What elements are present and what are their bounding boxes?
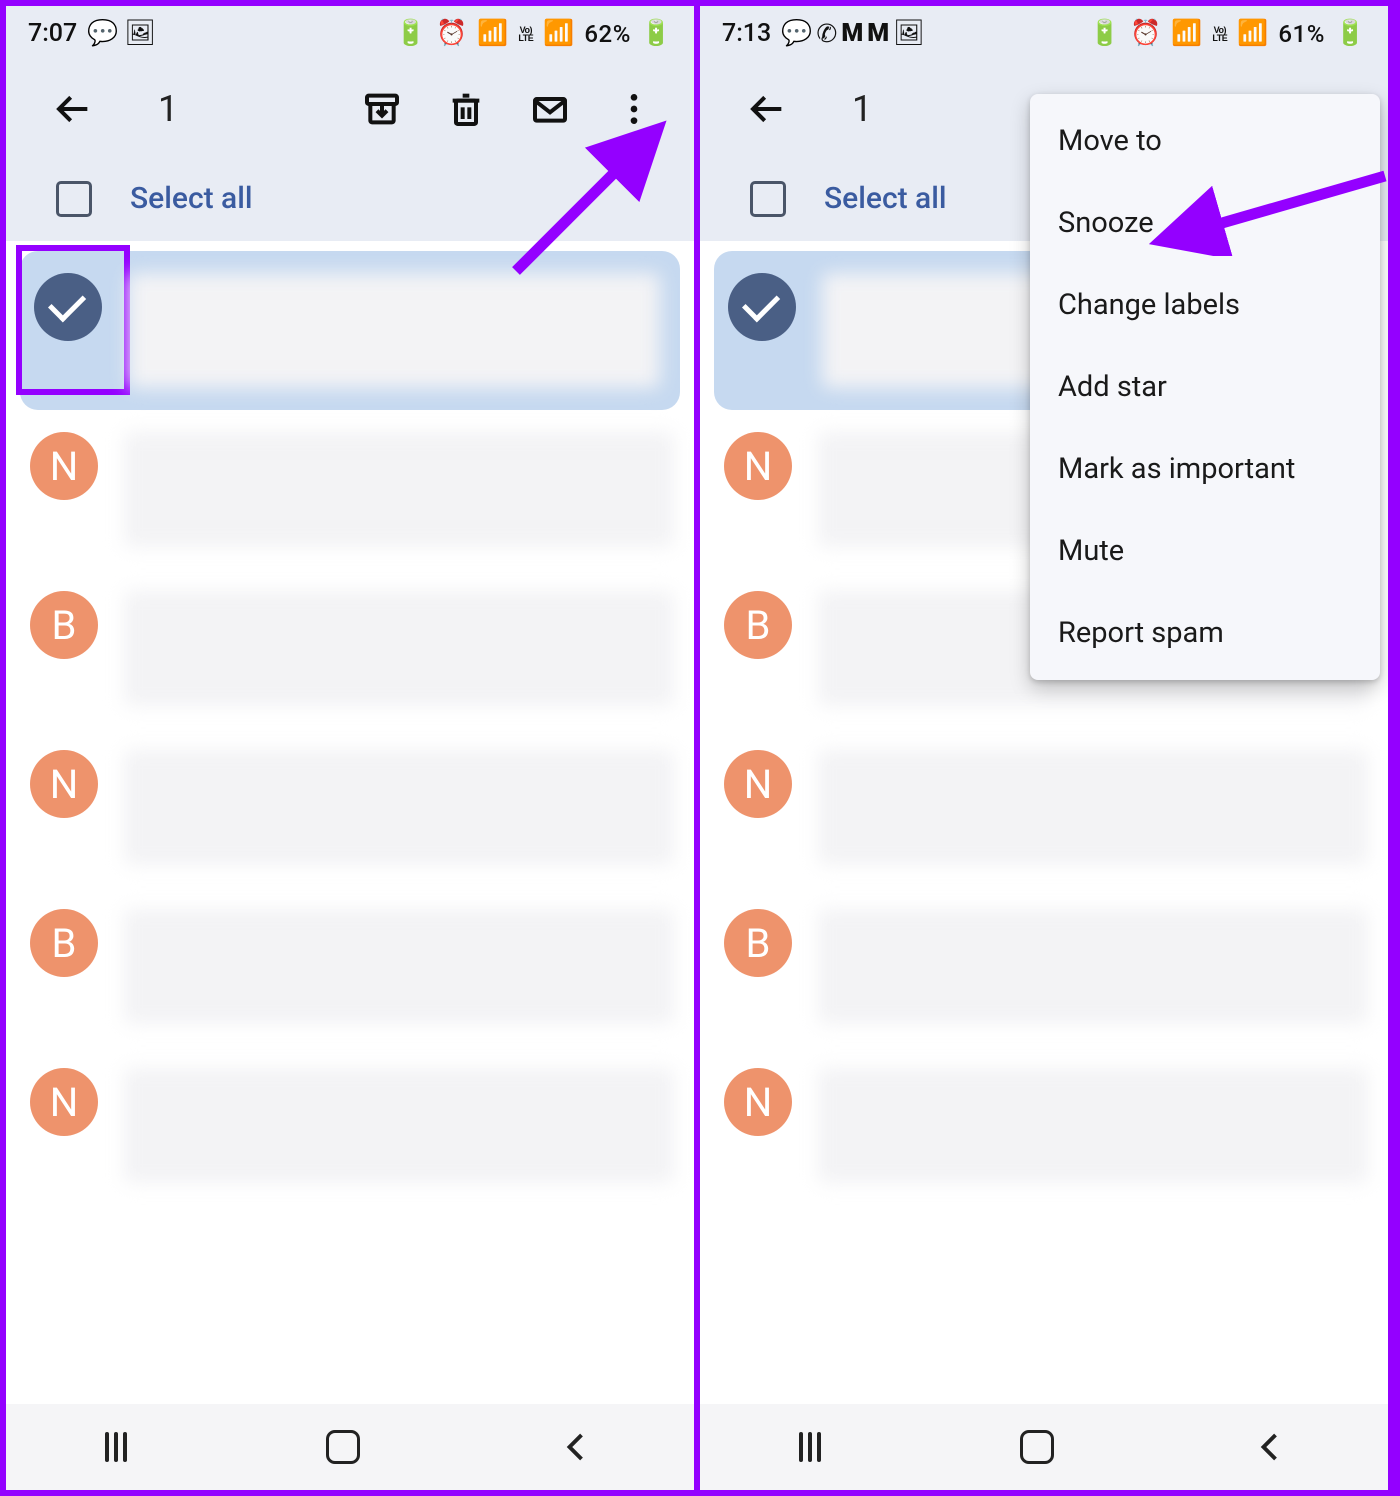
status-time: 7:07 — [28, 19, 77, 48]
email-item[interactable]: N — [6, 410, 694, 569]
menu-item-snooze[interactable]: Snooze — [1030, 182, 1380, 264]
alarm-icon: ⏰ — [1130, 19, 1161, 48]
select-all-label[interactable]: Select all — [130, 181, 253, 216]
whatsapp-icon: ✆ — [816, 19, 837, 49]
nav-back-button[interactable] — [1253, 1429, 1289, 1465]
battery-pct: 62% — [584, 20, 630, 48]
status-time: 7:13 — [722, 19, 771, 48]
more-options-button[interactable] — [604, 79, 664, 139]
email-avatar[interactable]: B — [724, 909, 792, 977]
menu-item-mark-important[interactable]: Mark as important — [1030, 428, 1380, 510]
email-list: N B N B N — [6, 251, 694, 1205]
menu-item-move-to[interactable]: Move to — [1030, 100, 1380, 182]
menu-item-add-star[interactable]: Add star — [1030, 346, 1380, 428]
image-icon: 🖼 — [893, 19, 925, 48]
wifi-icon: 📶 — [1171, 19, 1202, 48]
email-preview-blurred — [124, 432, 674, 547]
email-preview-blurred — [124, 591, 674, 706]
chat-icon: 💬 — [87, 19, 118, 48]
email-item[interactable]: B — [6, 569, 694, 728]
status-bar: 7:13 💬 ✆ M M 🖼 🔋 ⏰ 📶 Vo)LTE 📶 61% 🔋 — [700, 6, 1388, 61]
menu-item-report-spam[interactable]: Report spam — [1030, 592, 1380, 674]
battery-saver-icon: 🔋 — [1089, 19, 1120, 48]
email-avatar[interactable]: B — [30, 591, 98, 659]
email-avatar[interactable]: N — [724, 750, 792, 818]
gmail-icon: M — [841, 19, 863, 48]
email-preview-blurred — [818, 1068, 1368, 1183]
email-item[interactable]: N — [6, 728, 694, 887]
email-preview-blurred — [818, 750, 1368, 865]
left-screenshot: 7:07 💬 🖼 🔋 ⏰ 📶 Vo)LTE 📶 62% 🔋 1 — [3, 3, 697, 1493]
email-preview-blurred — [124, 909, 674, 1024]
email-item[interactable]: N — [6, 1046, 694, 1205]
nav-recents-button[interactable] — [105, 1432, 127, 1462]
selection-count: 1 — [158, 88, 178, 130]
nav-home-button[interactable] — [326, 1430, 360, 1464]
mark-unread-button[interactable] — [520, 79, 580, 139]
email-avatar[interactable]: B — [724, 591, 792, 659]
email-item[interactable] — [20, 251, 680, 410]
archive-button[interactable] — [352, 79, 412, 139]
selection-toolbar: 1 — [6, 61, 694, 156]
status-bar: 7:07 💬 🖼 🔋 ⏰ 📶 Vo)LTE 📶 62% 🔋 — [6, 6, 694, 61]
email-item[interactable]: B — [700, 887, 1388, 1046]
menu-item-change-labels[interactable]: Change labels — [1030, 264, 1380, 346]
signal-icon: 📶 — [543, 19, 574, 48]
nav-home-button[interactable] — [1020, 1430, 1054, 1464]
nav-recents-button[interactable] — [799, 1432, 821, 1462]
email-item[interactable]: N — [700, 728, 1388, 887]
battery-icon: 🔋 — [641, 19, 672, 48]
image-icon: 🖼 — [124, 19, 156, 48]
alarm-icon: ⏰ — [436, 19, 467, 48]
system-nav-bar — [700, 1404, 1388, 1490]
nav-back-button[interactable] — [559, 1429, 595, 1465]
battery-saver-icon: 🔋 — [395, 19, 426, 48]
back-button[interactable] — [738, 79, 798, 139]
battery-pct: 61% — [1278, 20, 1324, 48]
email-preview-blurred — [124, 750, 674, 865]
email-avatar[interactable]: N — [30, 750, 98, 818]
email-avatar[interactable]: N — [30, 432, 98, 500]
email-item[interactable]: B — [6, 887, 694, 1046]
select-all-checkbox[interactable] — [56, 181, 92, 217]
email-preview-blurred — [124, 1068, 674, 1183]
email-avatar[interactable]: N — [724, 1068, 792, 1136]
overflow-menu: Move to Snooze Change labels Add star Ma… — [1030, 94, 1380, 680]
wifi-icon: 📶 — [477, 19, 508, 48]
menu-item-mute[interactable]: Mute — [1030, 510, 1380, 592]
chat-icon: 💬 — [781, 19, 812, 48]
email-preview-blurred — [128, 273, 660, 388]
battery-icon: 🔋 — [1335, 19, 1366, 48]
email-avatar[interactable]: B — [30, 909, 98, 977]
email-avatar-selected[interactable] — [728, 273, 796, 341]
email-preview-blurred — [818, 909, 1368, 1024]
email-item[interactable]: N — [700, 1046, 1388, 1205]
right-screenshot: 7:13 💬 ✆ M M 🖼 🔋 ⏰ 📶 Vo)LTE 📶 61% 🔋 1 — [697, 3, 1391, 1493]
system-nav-bar — [6, 1404, 694, 1490]
selection-count: 1 — [852, 88, 872, 130]
signal-icon: 📶 — [1237, 19, 1268, 48]
email-avatar[interactable]: N — [724, 432, 792, 500]
email-avatar[interactable]: N — [30, 1068, 98, 1136]
volte-icon: Vo)LTE — [518, 26, 533, 42]
select-all-row[interactable]: Select all — [6, 156, 694, 241]
select-all-checkbox[interactable] — [750, 181, 786, 217]
volte-icon: Vo)LTE — [1212, 26, 1227, 42]
gmail-icon: M — [867, 19, 889, 48]
delete-button[interactable] — [436, 79, 496, 139]
annotation-highlight-box — [16, 245, 130, 395]
back-button[interactable] — [44, 79, 104, 139]
select-all-label[interactable]: Select all — [824, 181, 947, 216]
